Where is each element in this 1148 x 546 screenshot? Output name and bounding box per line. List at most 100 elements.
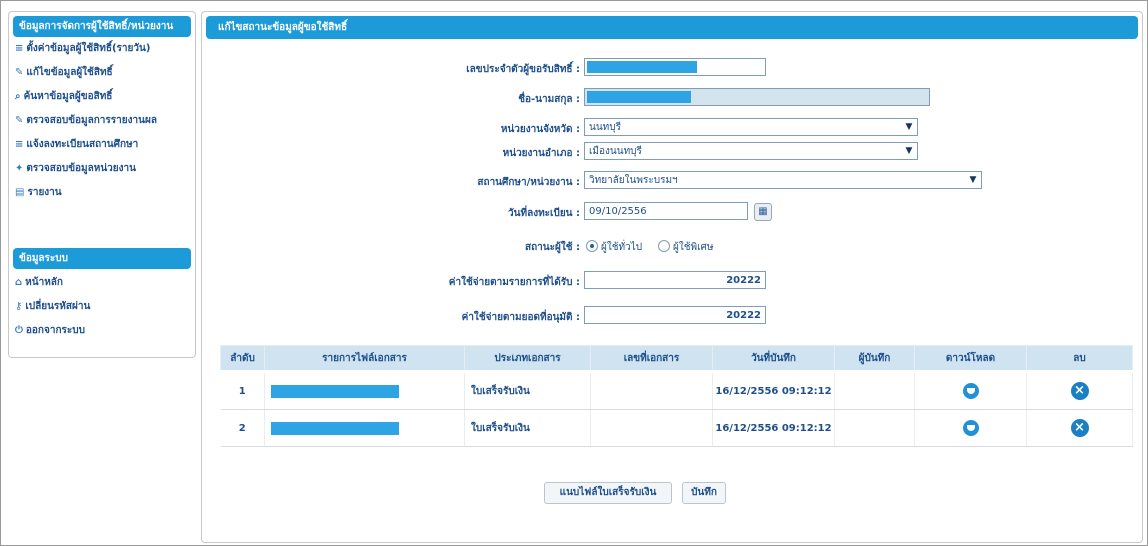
- district-value: เมืองนนทบุรี: [589, 146, 642, 157]
- star-icon: ✦: [15, 163, 24, 174]
- amount-received-label: ค่าใช้จ่ายตามรายการที่ได้รับ :: [448, 277, 580, 288]
- col-header-by: ผู้บันทึก: [834, 345, 915, 373]
- col-header-download: ดาวน์โหลด: [914, 345, 1027, 373]
- chevron-down-icon: ▼: [969, 175, 977, 185]
- page-title: แก้ไขสถานะข้อมูลผู้ขอใช้สิทธิ์: [206, 16, 1138, 39]
- row-by: [834, 409, 915, 447]
- file-link[interactable]: [264, 371, 465, 410]
- table-row: 1 ใบเสร็จรับเงิน 16/12/2556 09:12:12 ×: [220, 371, 1133, 410]
- sidebar-item-label: ค้นหาข้อมูลผู้ขอสิทธิ์: [23, 91, 113, 102]
- redacted-file-name: [271, 384, 399, 398]
- name-field: [584, 88, 930, 106]
- upload-receipt-button[interactable]: แนบไฟล์ใบเสร็จรับเงิน: [544, 482, 672, 504]
- main-panel: แก้ไขสถานะข้อมูลผู้ขอใช้สิทธิ์ เลขประจำต…: [201, 11, 1143, 543]
- province-label: หน่วยงานจังหวัด :: [500, 124, 580, 135]
- save-button[interactable]: บันทึก: [682, 482, 726, 504]
- table-header-row: ลำดับ รายการไฟล์เอกสาร ประเภทเอกสาร เลขท…: [220, 345, 1133, 373]
- status-label: สถานะผู้ใช้ :: [525, 242, 580, 253]
- row-type: ใบเสร็จรับเงิน: [464, 371, 591, 410]
- document-icon: ≡: [15, 43, 24, 54]
- sidebar-item-search[interactable]: ⌕ ค้นหาข้อมูลผู้ขอสิทธิ์: [15, 88, 112, 106]
- delete-icon[interactable]: ×: [1070, 382, 1089, 400]
- row-date: 16/12/2556 09:12:12: [712, 409, 835, 447]
- radio-unselected[interactable]: [658, 240, 670, 252]
- sidebar-item-label: ออกจากระบบ: [25, 325, 85, 336]
- table-row: 2 ใบเสร็จรับเงิน 16/12/2556 09:12:12 ×: [220, 409, 1133, 447]
- chevron-down-icon: ▼: [905, 122, 913, 132]
- sidebar-item-logout[interactable]: ⏻ ออกจากระบบ: [15, 322, 85, 340]
- delete-icon[interactable]: ×: [1070, 419, 1089, 437]
- district-select[interactable]: เมืองนนทบุรี ▼: [584, 142, 918, 160]
- date-value: 09/10/2556: [589, 206, 647, 217]
- province-select[interactable]: นนทบุรี ▼: [584, 118, 918, 136]
- district-label: หน่วยงานอำเภอ :: [502, 148, 580, 159]
- province-value: นนทบุรี: [589, 122, 621, 133]
- col-header-type: ประเภทเอกสาร: [464, 345, 591, 373]
- sidebar-item-label: เปลี่ยนรหัสผ่าน: [25, 301, 91, 312]
- sidebar-item-label: รายงาน: [27, 187, 62, 198]
- sidebar-item-daily-rights[interactable]: ≡ ตั้งค่าข้อมูลผู้ใช้สิทธิ์(รายวัน): [15, 40, 150, 58]
- col-header-no: ลำดับ: [220, 345, 265, 373]
- sidebar-item-label: แจ้งลงทะเบียนสถานศึกษา: [26, 139, 139, 150]
- sidebar-item-label: ตรวจสอบข้อมูลการรายงานผล: [26, 115, 157, 126]
- school-select[interactable]: วิทยาลัยในพระบรมฯ ▼: [584, 171, 982, 189]
- school-value: วิทยาลัยในพระบรมฯ: [589, 175, 678, 186]
- row-download-cell: [914, 409, 1027, 447]
- search-icon: ⌕: [15, 91, 21, 102]
- edit-icon: ✎: [15, 115, 24, 126]
- redacted-value: [587, 61, 697, 73]
- amount-approved-field[interactable]: 20222: [584, 306, 766, 324]
- radio-selected[interactable]: [586, 240, 598, 252]
- date-field[interactable]: 09/10/2556: [584, 202, 748, 220]
- sidebar-item-label: ตรวจสอบข้อมูลหน่วยงาน: [26, 163, 136, 174]
- status-option-label: ผู้ใช้พิเศษ: [673, 242, 714, 253]
- school-label: สถานศึกษา/หน่วยงาน :: [477, 177, 580, 188]
- row-by: [834, 371, 915, 410]
- download-icon[interactable]: [962, 383, 979, 399]
- home-icon: ⌂: [15, 277, 23, 288]
- status-option-label: ผู้ใช้ทั่วไป: [601, 242, 643, 253]
- sidebar-item-edit-rights[interactable]: ✎ แก้ไขข้อมูลผู้ใช้สิทธิ์: [15, 64, 113, 82]
- sidebar-item-label: หน้าหลัก: [25, 277, 63, 288]
- col-header-number: เลขที่เอกสาร: [590, 345, 713, 373]
- edit-icon: ✎: [15, 67, 24, 78]
- sidebar-item-verify-report[interactable]: ✎ ตรวจสอบข้อมูลการรายงานผล: [15, 112, 157, 130]
- row-number: [590, 409, 713, 447]
- sidebar-item-label: แก้ไขข้อมูลผู้ใช้สิทธิ์: [26, 67, 113, 78]
- calendar-icon[interactable]: ▦: [754, 203, 772, 221]
- row-date: 16/12/2556 09:12:12: [712, 371, 835, 410]
- sidebar-item-reports[interactable]: ▤ รายงาน: [15, 184, 62, 202]
- row-download-cell: [914, 371, 1027, 410]
- status-radio-special[interactable]: ผู้ใช้พิเศษ: [658, 240, 713, 255]
- download-icon[interactable]: [962, 420, 979, 436]
- sidebar-item-change-password[interactable]: ⚷ เปลี่ยนรหัสผ่าน: [15, 298, 90, 316]
- row-type: ใบเสร็จรับเงิน: [464, 409, 591, 447]
- sidebar-item-verify-agency[interactable]: ✦ ตรวจสอบข้อมูลหน่วยงาน: [15, 160, 136, 178]
- window-frame: ข้อมูลการจัดการผู้ใช้สิทธิ์/หน่วยงาน ≡ ตั…: [0, 0, 1148, 546]
- row-no: 1: [220, 371, 265, 410]
- row-delete-cell: ×: [1026, 371, 1133, 410]
- sidebar-item-register-school[interactable]: ≡ แจ้งลงทะเบียนสถานศึกษา: [15, 136, 138, 154]
- sidebar-item-label: ตั้งค่าข้อมูลผู้ใช้สิทธิ์(รายวัน): [26, 43, 151, 54]
- redacted-value: [587, 91, 691, 103]
- amount-received-field[interactable]: 20222: [584, 271, 766, 289]
- date-label: วันที่ลงทะเบียน :: [508, 208, 580, 219]
- sidebar-header-system: ข้อมูลระบบ: [13, 248, 191, 269]
- status-radio-general[interactable]: ผู้ใช้ทั่วไป: [586, 240, 642, 255]
- sidebar-item-home[interactable]: ⌂ หน้าหลัก: [15, 274, 63, 292]
- row-no: 2: [220, 409, 265, 447]
- row-delete-cell: ×: [1026, 409, 1133, 447]
- col-header-date: วันที่บันทึก: [712, 345, 835, 373]
- redacted-file-name: [271, 421, 399, 435]
- id-field[interactable]: [584, 58, 766, 76]
- sidebar-header-management: ข้อมูลการจัดการผู้ใช้สิทธิ์/หน่วยงาน: [13, 16, 191, 37]
- file-link[interactable]: [264, 409, 465, 447]
- name-label: ชื่อ-นามสกุล :: [518, 94, 580, 105]
- key-icon: ⚷: [15, 301, 23, 312]
- document-icon: ≡: [15, 139, 24, 150]
- col-header-delete: ลบ: [1026, 345, 1133, 373]
- report-icon: ▤: [15, 187, 25, 198]
- col-header-file: รายการไฟล์เอกสาร: [264, 345, 465, 373]
- amount-approved-label: ค่าใช้จ่ายตามยอดที่อนุมัติ :: [461, 312, 580, 323]
- documents-table: ลำดับ รายการไฟล์เอกสาร ประเภทเอกสาร เลขท…: [220, 345, 1133, 447]
